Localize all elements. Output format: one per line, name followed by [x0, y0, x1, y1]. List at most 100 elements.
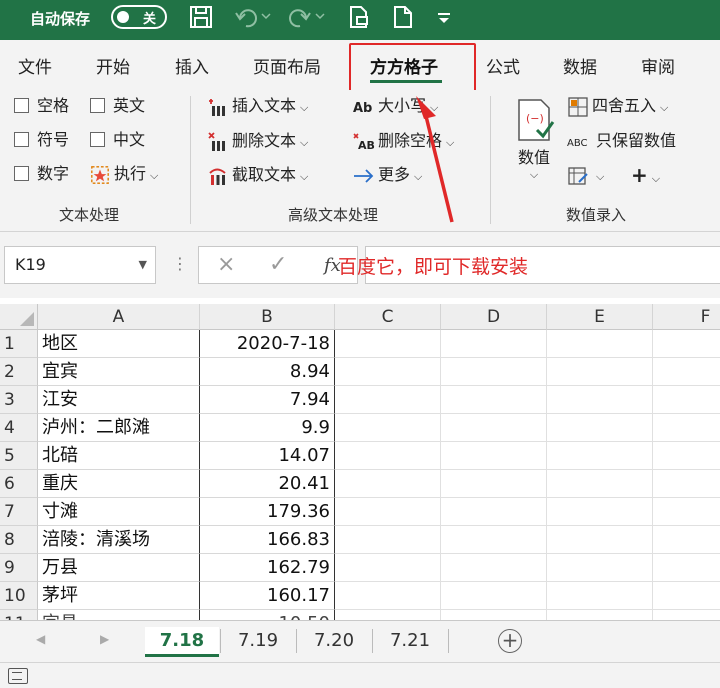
plus-dropdown-button[interactable]: + ⌵	[631, 163, 660, 187]
cancel-icon[interactable]: ×	[217, 251, 235, 279]
empty-cell[interactable]	[335, 554, 441, 582]
cell-region[interactable]: 重庆	[38, 470, 200, 498]
empty-cell[interactable]	[547, 414, 653, 442]
redo-icon[interactable]	[286, 4, 326, 34]
cell-value[interactable]: 160.17	[200, 582, 335, 610]
empty-cell[interactable]	[547, 330, 653, 358]
column-header[interactable]: D	[441, 304, 547, 330]
more-button[interactable]: 更多 ⌵	[353, 163, 422, 187]
empty-cell[interactable]	[547, 610, 653, 620]
empty-cell[interactable]	[335, 442, 441, 470]
empty-cell[interactable]	[653, 526, 720, 554]
cell-value[interactable]: 179.36	[200, 498, 335, 526]
empty-cell[interactable]	[335, 414, 441, 442]
checkbox-symbol[interactable]: 符号	[14, 129, 69, 151]
empty-cell[interactable]	[653, 554, 720, 582]
add-sheet-button[interactable]: +	[498, 629, 522, 653]
cell-region[interactable]: 地区	[38, 330, 200, 358]
cell-region[interactable]: 宜昌	[38, 610, 200, 620]
cell-value[interactable]: 166.83	[200, 526, 335, 554]
empty-cell[interactable]	[335, 330, 441, 358]
empty-cell[interactable]	[653, 386, 720, 414]
insert-text-button[interactable]: 插入文本 ⌵	[207, 94, 308, 118]
empty-cell[interactable]	[335, 358, 441, 386]
empty-cell[interactable]	[441, 414, 547, 442]
empty-cell[interactable]	[653, 442, 720, 470]
empty-cell[interactable]	[335, 386, 441, 414]
empty-cell[interactable]	[653, 470, 720, 498]
empty-cell[interactable]	[547, 442, 653, 470]
column-header[interactable]: F	[653, 304, 720, 330]
more-vertical-icon[interactable]: ⋮	[172, 256, 188, 272]
cell-region[interactable]: 宜宾	[38, 358, 200, 386]
empty-cell[interactable]	[441, 442, 547, 470]
row-header[interactable]: 7	[0, 498, 38, 526]
sheet-tab[interactable]: 7.21	[374, 627, 446, 657]
format-dropdown-button[interactable]: ⌵	[567, 163, 604, 187]
round-button[interactable]: 四舍五入 ⌵	[567, 94, 668, 118]
column-header[interactable]: B	[200, 304, 335, 330]
cell-value[interactable]: 10.50	[200, 610, 335, 620]
empty-cell[interactable]	[547, 554, 653, 582]
cell-region[interactable]: 茅坪	[38, 582, 200, 610]
tab-home[interactable]: 开始	[96, 53, 130, 78]
cell-region[interactable]: 涪陵：清溪场	[38, 526, 200, 554]
new-document-icon[interactable]	[390, 4, 416, 34]
row-header[interactable]: 3	[0, 386, 38, 414]
print-preview-icon[interactable]	[346, 4, 372, 34]
empty-cell[interactable]	[335, 470, 441, 498]
empty-cell[interactable]	[653, 414, 720, 442]
row-header[interactable]: 10	[0, 582, 38, 610]
sheet-tab[interactable]: 7.20	[298, 627, 370, 657]
cell-region[interactable]: 北碚	[38, 442, 200, 470]
cell-value[interactable]: 20.41	[200, 470, 335, 498]
select-all-corner[interactable]	[0, 304, 38, 330]
tab-file[interactable]: 文件	[18, 53, 52, 78]
row-header[interactable]: 4	[0, 414, 38, 442]
empty-cell[interactable]	[335, 498, 441, 526]
autosave-toggle[interactable]: 关	[111, 5, 167, 29]
row-header[interactable]: 2	[0, 358, 38, 386]
customize-toolbar-icon[interactable]	[436, 4, 452, 34]
empty-cell[interactable]	[441, 386, 547, 414]
cell-region[interactable]: 寸滩	[38, 498, 200, 526]
empty-cell[interactable]	[441, 610, 547, 620]
cell-value[interactable]: 14.07	[200, 442, 335, 470]
scroll-right-icon[interactable]: ▶	[100, 632, 109, 646]
empty-cell[interactable]	[547, 358, 653, 386]
name-box[interactable]: K19 ▼	[4, 246, 156, 284]
empty-cell[interactable]	[653, 610, 720, 620]
row-header[interactable]: 6	[0, 470, 38, 498]
empty-cell[interactable]	[441, 358, 547, 386]
column-header[interactable]: E	[547, 304, 653, 330]
checkbox-chinese[interactable]: 中文	[90, 129, 145, 151]
empty-cell[interactable]	[335, 610, 441, 620]
empty-cell[interactable]	[547, 470, 653, 498]
row-header[interactable]: 1	[0, 330, 38, 358]
tab-formulas[interactable]: 公式	[486, 53, 520, 78]
empty-cell[interactable]	[547, 498, 653, 526]
column-header[interactable]: C	[335, 304, 441, 330]
empty-cell[interactable]	[441, 554, 547, 582]
empty-cell[interactable]	[441, 330, 547, 358]
delete-text-button[interactable]: 删除文本 ⌵	[207, 129, 308, 153]
checkbox-number[interactable]: 数字	[14, 163, 69, 185]
case-button[interactable]: Ab 大小写 ⌵	[353, 94, 438, 118]
sheet-tab-active[interactable]: 7.18	[145, 627, 219, 657]
number-button[interactable]: (−) 数值 ⌵	[508, 96, 560, 192]
row-header[interactable]: 5	[0, 442, 38, 470]
delete-space-button[interactable]: AB 删除空格 ⌵	[353, 129, 454, 153]
empty-cell[interactable]	[335, 526, 441, 554]
empty-cell[interactable]	[335, 582, 441, 610]
cell-value[interactable]: 9.9	[200, 414, 335, 442]
row-header[interactable]: 11	[0, 610, 38, 620]
tab-review[interactable]: 审阅	[641, 53, 675, 78]
confirm-icon[interactable]: ✓	[269, 251, 287, 279]
empty-cell[interactable]	[653, 330, 720, 358]
tab-data[interactable]: 数据	[563, 53, 597, 78]
empty-cell[interactable]	[653, 358, 720, 386]
cell-value[interactable]: 162.79	[200, 554, 335, 582]
column-header[interactable]: A	[38, 304, 200, 330]
cell-mode-icon[interactable]	[8, 668, 28, 684]
tab-page-layout[interactable]: 页面布局	[253, 53, 321, 78]
